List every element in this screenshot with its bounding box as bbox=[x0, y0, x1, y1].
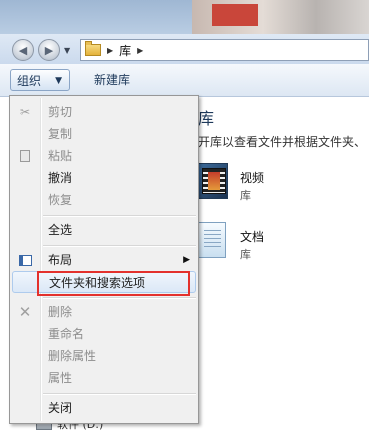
layout-icon bbox=[18, 253, 32, 267]
menu-item-label: 剪切 bbox=[48, 105, 73, 119]
paste-icon bbox=[18, 149, 32, 163]
background-thumbnail bbox=[192, 0, 369, 34]
address-bar[interactable]: ▶ 库 ▶ bbox=[80, 39, 369, 61]
menu-item-label: 关闭 bbox=[48, 401, 73, 415]
library-item-name: 文档 bbox=[240, 230, 265, 244]
recent-pages-dropdown[interactable]: ▼ bbox=[64, 46, 70, 55]
library-item-documents[interactable]: 文档 库 bbox=[198, 222, 369, 282]
menu-item-label: 重命名 bbox=[48, 327, 85, 341]
menu-item-label: 布局 bbox=[48, 253, 73, 267]
menu-separator bbox=[43, 215, 196, 217]
menu-item-copy[interactable]: 复制 bbox=[12, 123, 196, 145]
menu-item-label: 恢复 bbox=[48, 193, 73, 207]
library-item-videos[interactable]: 视频 库 bbox=[198, 163, 369, 223]
library-description: 开库以查看文件并根据文件夹、 bbox=[198, 135, 367, 149]
folder-icon bbox=[85, 41, 101, 56]
delete-x-icon: ✕ bbox=[18, 303, 32, 321]
chevron-down-icon: ▼ bbox=[55, 76, 62, 86]
menu-item-redo[interactable]: 恢复 bbox=[12, 189, 196, 211]
content-pane: 库 开库以查看文件并根据文件夹、 视频 库 文档 库 bbox=[198, 97, 369, 428]
menu-item-delete[interactable]: ✕ 删除 bbox=[12, 301, 196, 323]
menu-item-layout[interactable]: 布局 ▶ bbox=[12, 249, 196, 271]
forward-button[interactable]: ▶ bbox=[38, 39, 60, 61]
library-item-name: 视频 bbox=[240, 171, 265, 185]
organize-label: 组织 bbox=[17, 74, 42, 88]
organize-menu: ✂ 剪切 复制 粘贴 撤消 恢复 全选 布局 ▶ 文件夹和搜索选项 ✕ 删除 重… bbox=[9, 95, 199, 424]
page-title: 库 bbox=[198, 109, 215, 128]
breadcrumb-libraries[interactable]: 库 bbox=[119, 42, 131, 59]
organize-button[interactable]: 组织 ▼ bbox=[10, 69, 70, 91]
menu-item-close[interactable]: 关闭 bbox=[12, 397, 196, 419]
menu-item-label: 文件夹和搜索选项 bbox=[49, 276, 146, 290]
menu-separator bbox=[43, 245, 196, 247]
menu-item-label: 删除 bbox=[48, 305, 73, 319]
menu-item-label: 撤消 bbox=[48, 171, 73, 185]
window-title-bar bbox=[0, 0, 369, 35]
library-item-type: 库 bbox=[240, 189, 251, 202]
menu-item-undo[interactable]: 撤消 bbox=[12, 167, 196, 189]
command-bar: 组织 ▼ 新建库 bbox=[0, 64, 369, 97]
thumbnail-patch bbox=[212, 4, 258, 26]
menu-item-cut[interactable]: ✂ 剪切 bbox=[12, 101, 196, 123]
address-row: ◀ ▶ ▼ ▶ 库 ▶ bbox=[0, 34, 369, 64]
document-library-icon bbox=[198, 222, 226, 258]
menu-item-label: 粘贴 bbox=[48, 149, 73, 163]
back-button[interactable]: ◀ bbox=[12, 39, 34, 61]
menu-item-label: 属性 bbox=[48, 371, 73, 385]
menu-item-label: 删除属性 bbox=[48, 349, 97, 363]
menu-item-label: 全选 bbox=[48, 223, 73, 237]
menu-item-rename[interactable]: 重命名 bbox=[12, 323, 196, 345]
menu-item-folder-search-options[interactable]: 文件夹和搜索选项 bbox=[12, 271, 196, 293]
menu-item-properties[interactable]: 属性 bbox=[12, 367, 196, 389]
menu-separator bbox=[43, 393, 196, 395]
menu-separator bbox=[43, 297, 196, 299]
video-library-icon bbox=[198, 163, 228, 199]
library-item-type: 库 bbox=[240, 248, 251, 261]
chevron-right-icon[interactable]: ▶ bbox=[137, 46, 143, 55]
submenu-arrow-icon: ▶ bbox=[183, 255, 190, 265]
menu-item-label: 复制 bbox=[48, 127, 73, 141]
menu-item-paste[interactable]: 粘贴 bbox=[12, 145, 196, 167]
chevron-right-icon[interactable]: ▶ bbox=[107, 46, 113, 55]
scissors-icon: ✂ bbox=[19, 105, 31, 119]
menu-item-select-all[interactable]: 全选 bbox=[12, 219, 196, 241]
new-library-button[interactable]: 新建库 bbox=[86, 69, 138, 91]
menu-item-remove-properties[interactable]: 删除属性 bbox=[12, 345, 196, 367]
